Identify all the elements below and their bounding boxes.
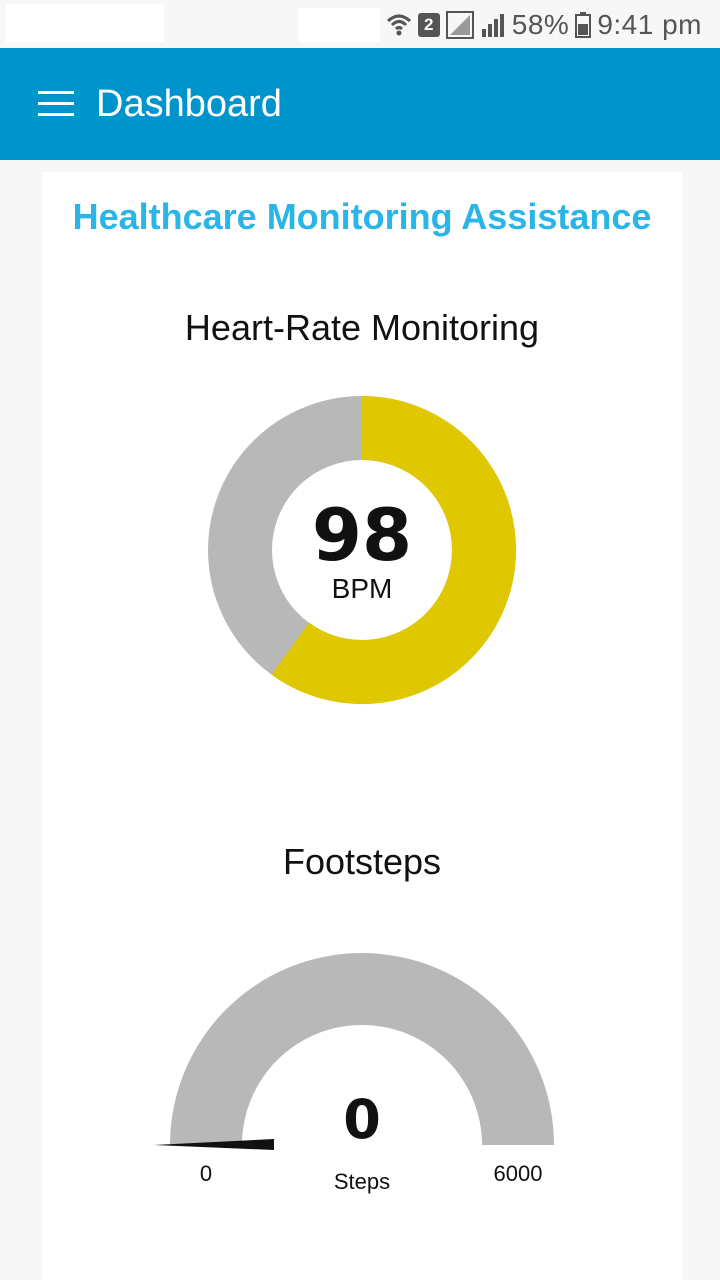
status-bar: 2 58% 9:41 pm xyxy=(0,0,720,48)
footsteps-min-label: 0 xyxy=(200,1161,212,1186)
signal-icon xyxy=(480,11,506,39)
footsteps-unit: Steps xyxy=(334,1169,390,1194)
dashboard-card: Healthcare Monitoring Assistance Heart-R… xyxy=(42,172,682,1280)
footsteps-value: 0 xyxy=(343,1088,381,1151)
heart-rate-unit: BPM xyxy=(332,573,393,604)
status-clock: 9:41 pm xyxy=(597,9,702,40)
wifi-icon xyxy=(386,11,412,39)
sim-2-icon: 2 xyxy=(417,13,440,37)
status-notification-area xyxy=(6,4,164,42)
heart-rate-gauge: 98 BPM xyxy=(208,396,516,704)
footsteps-max-label: 6000 xyxy=(494,1161,543,1186)
footsteps-gauge: 0 Steps 0 6000 xyxy=(154,953,554,1194)
page-title: Dashboard xyxy=(96,83,282,125)
gauges-canvas: 98 BPM 0 Steps 0 6000 xyxy=(154,396,554,1194)
battery-percentage: 58% xyxy=(511,9,570,40)
signal-icon xyxy=(445,11,474,39)
hamburger-menu-icon[interactable] xyxy=(38,91,74,117)
status-icons: 2 58% 9:41 pm xyxy=(386,6,702,44)
heart-rate-value: 98 xyxy=(312,493,412,577)
app-bar: Dashboard xyxy=(0,48,720,160)
status-notification-area-2 xyxy=(298,8,380,42)
battery-icon xyxy=(575,11,592,39)
